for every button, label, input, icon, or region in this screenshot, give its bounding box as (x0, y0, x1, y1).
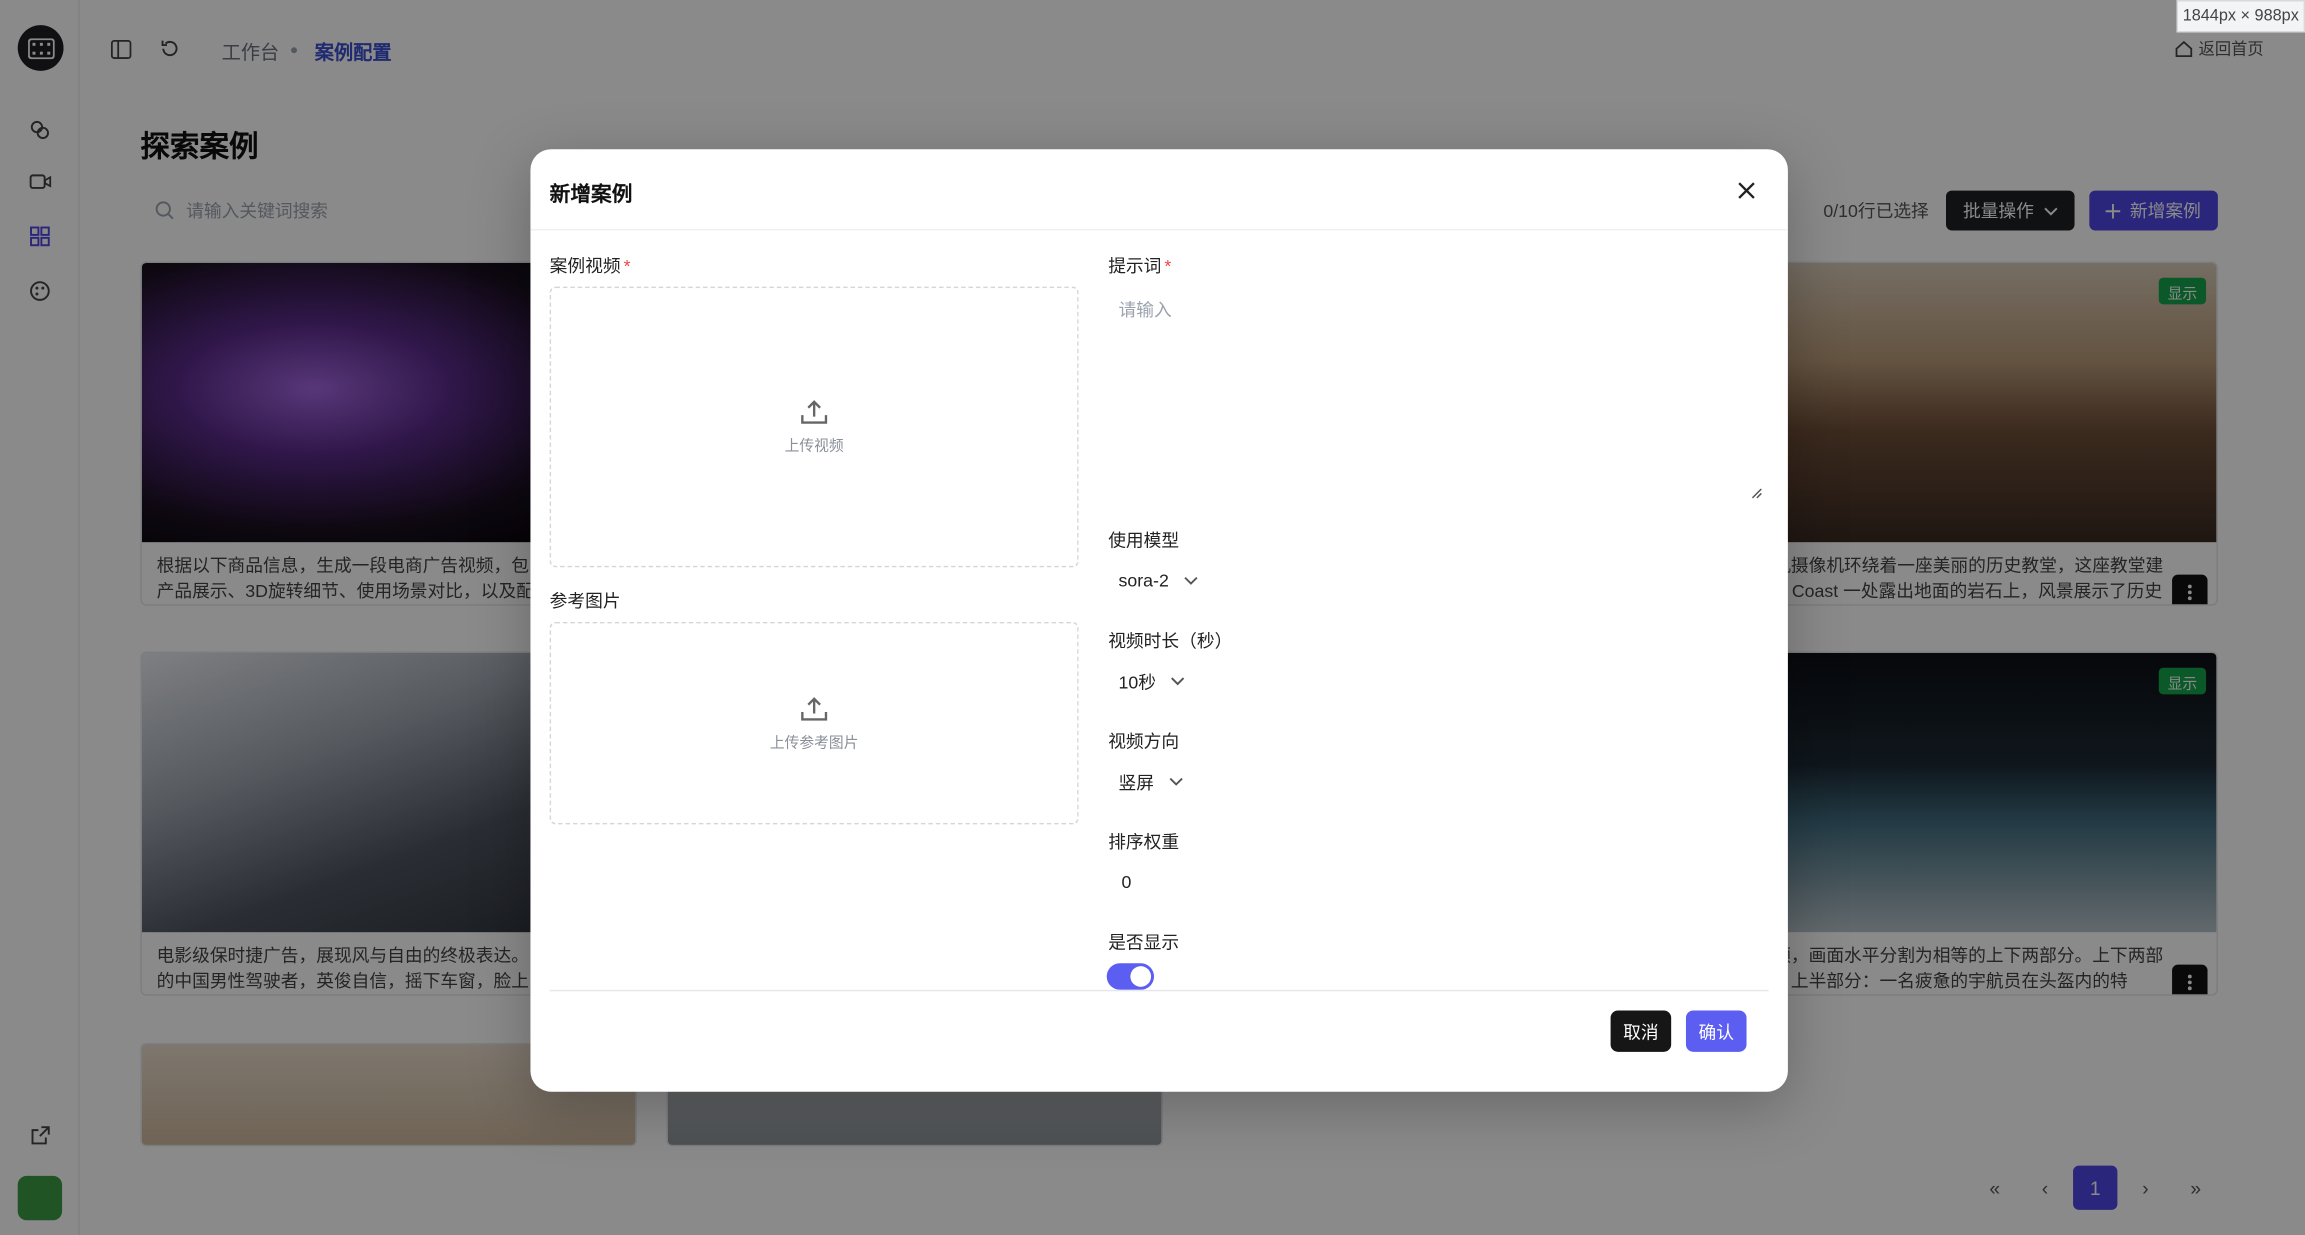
app-root: 工作台 案例配置 返回首页 1844px × 988px 探索案例 请输入关键词… (0, 0, 2305, 1235)
chevron-down-icon (1169, 777, 1183, 786)
required-mark: * (1164, 255, 1172, 277)
model-value: sora-2 (1118, 570, 1169, 591)
video-upload-label: 上传视频 (784, 438, 844, 456)
sort-weight-field-label: 排序权重 (1108, 831, 1180, 853)
prompt-textarea[interactable] (1106, 288, 1768, 504)
reference-upload-label: 上传参考图片 (769, 734, 859, 752)
chevron-down-icon (1184, 576, 1198, 585)
close-icon[interactable] (1735, 179, 1759, 203)
video-label-text: 案例视频 (549, 255, 621, 277)
model-select[interactable]: sora-2 (1110, 563, 1199, 598)
viewport-size-badge: 1844px × 988px (2176, 0, 2305, 33)
footer-divider (549, 989, 1769, 992)
duration-field-label: 视频时长（秒） (1108, 630, 1233, 652)
sort-weight-input[interactable]: 0 (1121, 872, 1131, 893)
visible-toggle[interactable] (1106, 963, 1155, 990)
upload-icon (801, 400, 828, 424)
resize-handle-icon[interactable] (1751, 488, 1763, 500)
chevron-down-icon (1171, 677, 1185, 686)
cancel-button[interactable]: 取消 (1610, 1010, 1672, 1052)
dialog-divider (530, 228, 1788, 231)
dialog-title: 新增案例 (549, 181, 633, 206)
duration-select[interactable]: 10秒 (1110, 663, 1186, 698)
orientation-value: 竖屏 (1118, 771, 1155, 793)
duration-value: 10秒 (1118, 671, 1157, 693)
prompt-label-text: 提示词 (1108, 255, 1162, 277)
upload-icon (801, 696, 828, 720)
orientation-select[interactable]: 竖屏 (1110, 764, 1184, 799)
confirm-button[interactable]: 确认 (1685, 1010, 1747, 1052)
video-upload-area[interactable]: 上传视频 (549, 286, 1079, 568)
add-case-dialog: 新增案例 案例视频* 上传视频 参考图片 上传参考图片 提示词* 使用模型 so… (530, 149, 1788, 1092)
video-field-label: 案例视频 * (550, 253, 631, 278)
visible-field-label: 是否显示 (1108, 932, 1180, 953)
reference-image-label: 参考图片 (549, 590, 621, 612)
orientation-field-label: 视频方向 (1108, 731, 1180, 752)
model-field-label: 使用模型 (1108, 530, 1180, 552)
toggle-knob (1130, 966, 1152, 987)
required-mark: * (623, 255, 631, 277)
reference-image-upload-area[interactable]: 上传参考图片 (549, 621, 1079, 825)
prompt-field-label: 提示词 * (1108, 253, 1171, 278)
